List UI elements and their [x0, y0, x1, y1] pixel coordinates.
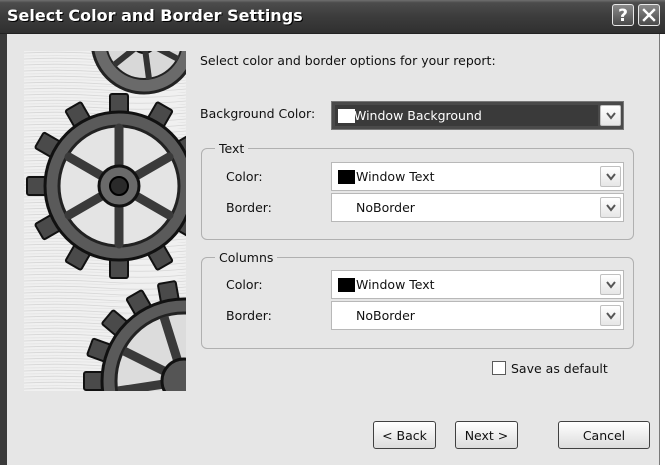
- window-frame-left: [0, 34, 7, 465]
- text-color-select[interactable]: Window Text: [331, 162, 624, 191]
- gear-illustration: [24, 0, 268, 465]
- next-button[interactable]: Next >: [455, 421, 518, 449]
- close-button[interactable]: [638, 4, 660, 26]
- columns-color-label: Color:: [226, 277, 263, 292]
- columns-color-select[interactable]: Window Text: [331, 270, 624, 299]
- gears-icon: [24, 0, 268, 465]
- text-border-select[interactable]: NoBorder: [331, 193, 624, 222]
- columns-border-select[interactable]: NoBorder: [331, 301, 624, 330]
- text-color-dropdown-button[interactable]: [600, 166, 621, 187]
- text-color-label: Color:: [226, 169, 263, 184]
- columns-color-dropdown-button[interactable]: [600, 274, 621, 295]
- text-color-value: Window Text: [356, 169, 435, 184]
- background-color-label: Background Color:: [200, 106, 316, 121]
- chevron-down-icon: [606, 312, 616, 320]
- background-color-value: Window Background: [354, 108, 482, 123]
- text-border-value: NoBorder: [356, 200, 415, 215]
- text-border-label: Border:: [226, 200, 272, 215]
- window-frame-right: [659, 34, 665, 465]
- window-title: Select Color and Border Settings: [7, 6, 303, 25]
- columns-color-swatch: [338, 278, 355, 292]
- help-icon: ?: [618, 6, 628, 26]
- text-color-swatch: [338, 170, 355, 184]
- chevron-down-icon: [606, 173, 616, 181]
- save-as-default-checkbox[interactable]: [492, 361, 506, 375]
- save-as-default-label[interactable]: Save as default: [511, 361, 608, 376]
- text-border-dropdown-button[interactable]: [600, 197, 621, 218]
- columns-color-value: Window Text: [356, 277, 435, 292]
- columns-border-value: NoBorder: [356, 308, 415, 323]
- chevron-down-icon: [606, 204, 616, 212]
- cancel-button[interactable]: Cancel: [558, 421, 650, 449]
- columns-border-dropdown-button[interactable]: [600, 305, 621, 326]
- columns-border-label: Border:: [226, 308, 272, 323]
- intro-text: Select color and border options for your…: [200, 53, 496, 68]
- help-button[interactable]: ?: [612, 4, 634, 26]
- close-icon: [642, 8, 656, 22]
- title-bar: Select Color and Border Settings ?: [0, 0, 665, 34]
- background-color-select[interactable]: Window Background: [331, 101, 624, 130]
- chevron-down-icon: [606, 281, 616, 289]
- background-color-dropdown-button[interactable]: [600, 105, 621, 126]
- text-group-title: Text: [215, 141, 249, 156]
- chevron-down-icon: [606, 112, 616, 120]
- back-button[interactable]: < Back: [373, 421, 436, 449]
- columns-group-title: Columns: [215, 250, 278, 265]
- background-color-swatch: [338, 109, 355, 123]
